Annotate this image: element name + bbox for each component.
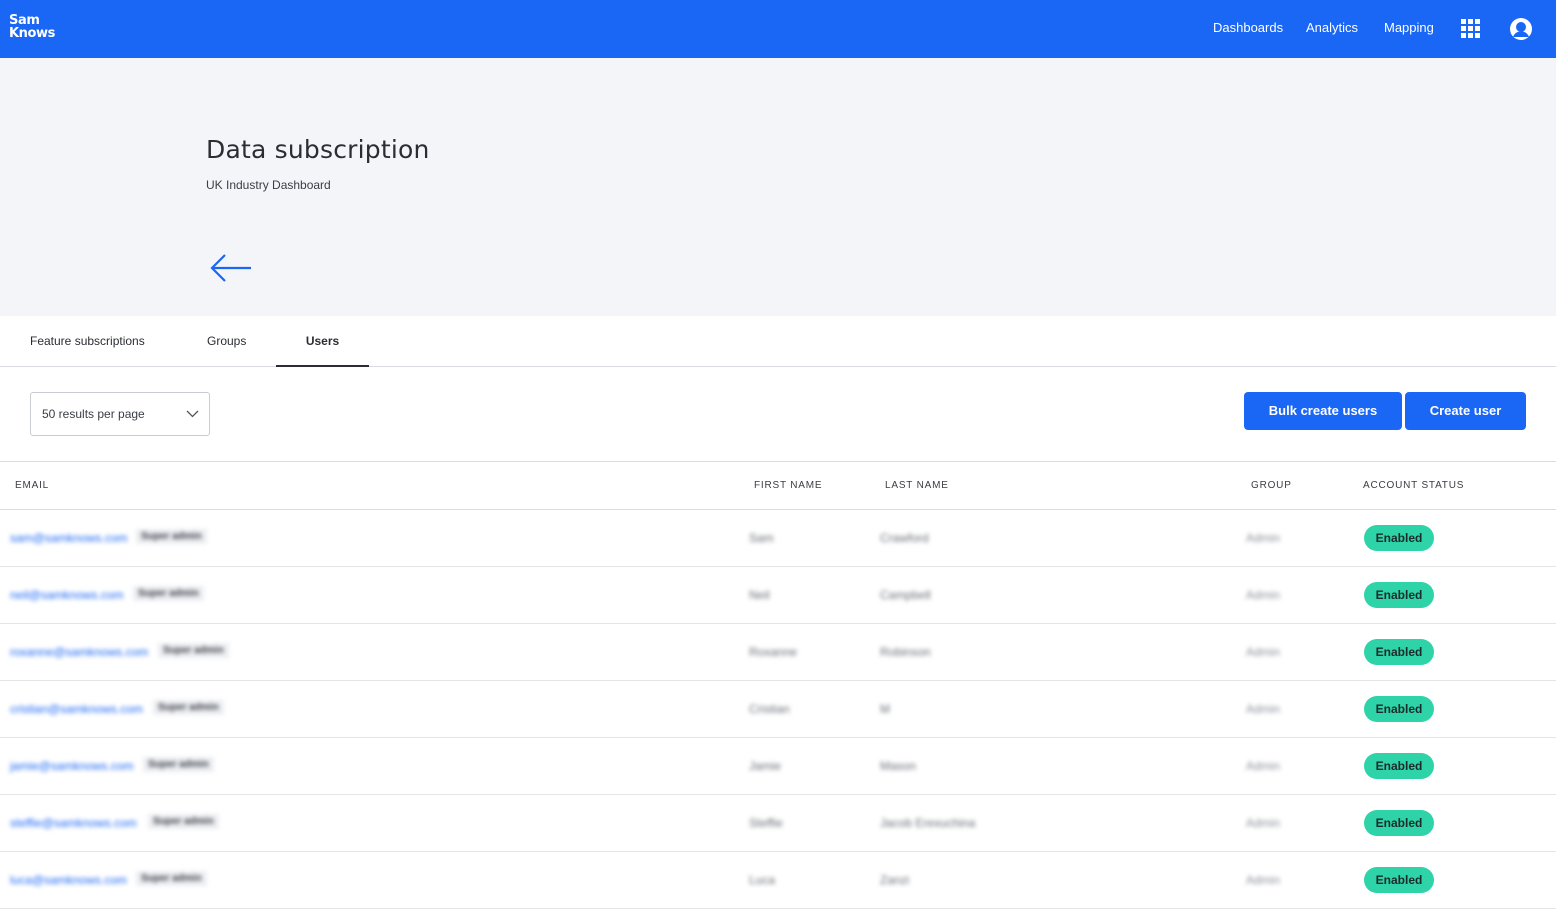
role-badge: Super admin: [158, 643, 229, 658]
back-arrow-icon[interactable]: [208, 251, 254, 285]
last-name-cell: Zanzi: [880, 873, 910, 887]
table-row[interactable]: jamie@samknows.com Super admin Jamie Mason A…: [0, 738, 1556, 795]
tab-bar: Feature subscriptions Groups Users: [0, 316, 1556, 367]
last-name-cell: Mason: [880, 759, 917, 773]
first-name-cell: Steffie: [749, 816, 783, 830]
account-status-badge: Enabled: [1364, 525, 1434, 551]
role-badge: Super admin: [133, 586, 204, 601]
first-name-cell: Neil: [749, 588, 770, 602]
role-badge: Super admin: [153, 700, 224, 715]
create-user-button[interactable]: Create user: [1405, 392, 1526, 430]
table-header: EMAIL FIRST NAME LAST NAME GROUP ACCOUNT…: [0, 462, 1556, 510]
samknows-logo[interactable]: Sam Knows: [9, 14, 69, 40]
page-subtitle: UK Industry Dashboard: [206, 178, 331, 192]
column-header-group[interactable]: GROUP: [1251, 480, 1292, 491]
column-header-last-name[interactable]: LAST NAME: [885, 480, 949, 491]
account-status-badge: Enabled: [1364, 582, 1434, 608]
logo-line-2: Knows: [9, 26, 56, 41]
column-header-first-name[interactable]: FIRST NAME: [754, 480, 822, 491]
results-per-page-value: 50 results per page: [42, 407, 145, 421]
user-email-link[interactable]: luca@samknows.com: [10, 873, 127, 887]
user-email-link[interactable]: sam@samknows.com: [10, 531, 128, 545]
account-status-badge: Enabled: [1364, 639, 1434, 665]
chevron-down-icon: [186, 410, 199, 418]
results-per-page-select[interactable]: 50 results per page: [30, 392, 210, 436]
account-status-badge: Enabled: [1364, 867, 1434, 893]
group-cell: Admin: [1246, 588, 1281, 602]
first-name-cell: Sam: [749, 531, 774, 545]
group-cell: Admin: [1246, 531, 1281, 545]
account-status-badge: Enabled: [1364, 753, 1434, 779]
tab-feature-subscriptions[interactable]: Feature subscriptions: [30, 316, 145, 367]
page-title: Data subscription: [206, 135, 430, 164]
column-header-email[interactable]: EMAIL: [15, 480, 49, 491]
table-row[interactable]: neil@samknows.com Super admin Neil Campbell…: [0, 567, 1556, 624]
group-cell: Admin: [1246, 702, 1281, 716]
last-name-cell: M: [880, 702, 890, 716]
role-badge: Super admin: [143, 757, 214, 772]
first-name-cell: Roxanne: [749, 645, 798, 659]
table-row[interactable]: cristian@samknows.com Super admin Cristian…: [0, 681, 1556, 738]
app-grid-icon[interactable]: [1461, 19, 1480, 38]
first-name-cell: Luca: [749, 873, 776, 887]
group-cell: Admin: [1246, 873, 1281, 887]
account-status-badge: Enabled: [1364, 810, 1434, 836]
nav-analytics[interactable]: Analytics: [1306, 0, 1358, 58]
table-row[interactable]: luca@samknows.com Super admin Luca Zanzi Adm…: [0, 852, 1556, 909]
account-status-badge: Enabled: [1364, 696, 1434, 722]
column-header-account-status[interactable]: ACCOUNT STATUS: [1363, 480, 1464, 491]
page-header-section: Data subscription UK Industry Dashboard: [0, 58, 1556, 316]
last-name-cell: Campbell: [880, 588, 931, 602]
table-row[interactable]: roxanne@samknows.com Super admin Roxanne Ro…: [0, 624, 1556, 681]
table-row[interactable]: steffie@samknows.com Super admin Steffie Ja…: [0, 795, 1556, 852]
role-badge: Super admin: [136, 529, 207, 544]
user-email-link[interactable]: roxanne@samknows.com: [10, 645, 148, 659]
nav-mapping[interactable]: Mapping: [1384, 0, 1434, 58]
bulk-create-users-button[interactable]: Bulk create users: [1244, 392, 1402, 430]
role-badge: Super admin: [148, 814, 219, 829]
user-email-link[interactable]: neil@samknows.com: [10, 588, 124, 602]
role-badge: Super admin: [136, 871, 207, 886]
group-cell: Admin: [1246, 816, 1281, 830]
last-name-cell: Crawford: [880, 531, 929, 545]
table-row[interactable]: sam@samknows.com Super admin Sam Crawford Ad…: [0, 510, 1556, 567]
last-name-cell: Robinson: [880, 645, 931, 659]
user-email-link[interactable]: cristian@samknows.com: [10, 702, 143, 716]
group-cell: Admin: [1246, 759, 1281, 773]
first-name-cell: Jamie: [749, 759, 782, 773]
last-name-cell: Jacob Erexuchina: [880, 816, 976, 830]
user-email-link[interactable]: steffie@samknows.com: [10, 816, 137, 830]
first-name-cell: Cristian: [749, 702, 790, 716]
tab-groups[interactable]: Groups: [207, 316, 246, 367]
tab-users[interactable]: Users: [276, 316, 369, 367]
users-table: EMAIL FIRST NAME LAST NAME GROUP ACCOUNT…: [0, 461, 1556, 909]
nav-dashboards[interactable]: Dashboards: [1213, 0, 1283, 58]
group-cell: Admin: [1246, 645, 1281, 659]
user-email-link[interactable]: jamie@samknows.com: [10, 759, 134, 773]
top-navigation-bar: Sam Knows Dashboards Analytics Mapping: [0, 0, 1556, 58]
user-profile-icon[interactable]: [1509, 17, 1533, 41]
